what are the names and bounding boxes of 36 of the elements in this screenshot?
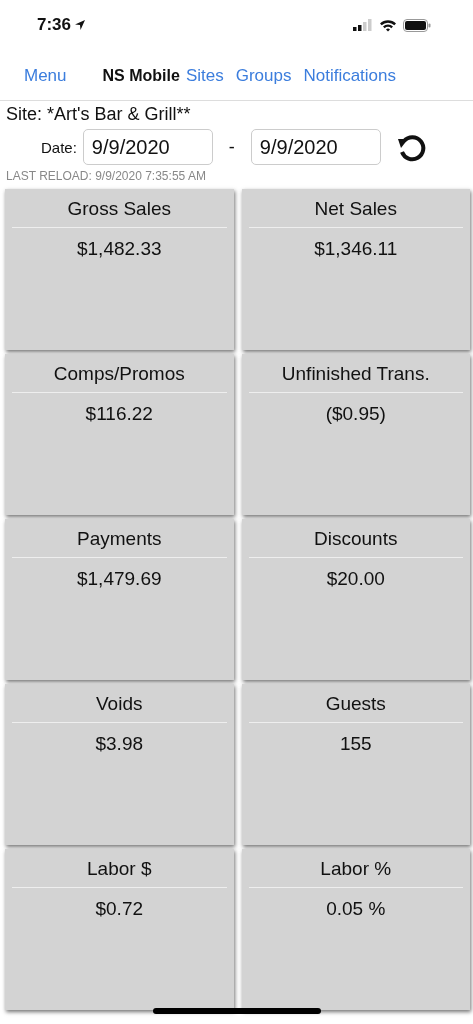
metric-title: Discounts: [248, 519, 463, 558]
nav-link[interactable]: Notifications: [303, 65, 397, 86]
nav-link[interactable]: Sites: [185, 65, 224, 86]
metric-value: $3.98: [95, 732, 143, 755]
metric-value: $116.22: [85, 402, 153, 425]
nav-link[interactable]: Groups: [235, 65, 292, 86]
wifi-icon: [379, 18, 397, 32]
battery-icon: [403, 18, 431, 32]
metric-title: Gross Sales: [12, 189, 227, 228]
start-date-field[interactable]: 9/9/2020: [82, 129, 213, 165]
menu-link[interactable]: Menu: [24, 65, 67, 86]
metric-title: Labor %: [248, 849, 463, 888]
date-label: Date:: [41, 138, 77, 156]
end-date-field[interactable]: 9/9/2020: [250, 129, 381, 165]
status-time: 7:36: [37, 15, 72, 35]
last-reload-text: LAST RELOAD: 9/9/2020 7:35:55 AM: [5, 168, 207, 185]
metric-title: Payments: [12, 519, 227, 558]
metric-value: ($0.95): [325, 402, 386, 425]
metric-title: Guests: [248, 684, 463, 723]
metric-value: $1,346.11: [314, 237, 398, 260]
metric-value: $1,479.69: [77, 567, 162, 590]
metric-title: Comps/Promos: [12, 354, 227, 393]
metric-title: Net Sales: [248, 189, 463, 228]
site-name: Site: *Art's Bar & Grill**: [5, 103, 192, 125]
metric-title: Voids: [12, 684, 227, 723]
app-title: NS Mobile: [102, 66, 180, 85]
metric-value: $0.72: [95, 897, 143, 920]
date-separator: -: [228, 136, 235, 158]
metric-value: $1,482.33: [77, 237, 162, 260]
metric-value: 155: [339, 732, 372, 755]
signal-icon: [353, 19, 373, 31]
metric-value: $20.00: [326, 567, 385, 590]
location-arrow-icon: [74, 19, 87, 31]
metric-title: Labor $: [12, 849, 227, 888]
metric-title: Unfinished Trans.: [248, 354, 463, 393]
metric-value: 0.05 %: [326, 897, 386, 920]
